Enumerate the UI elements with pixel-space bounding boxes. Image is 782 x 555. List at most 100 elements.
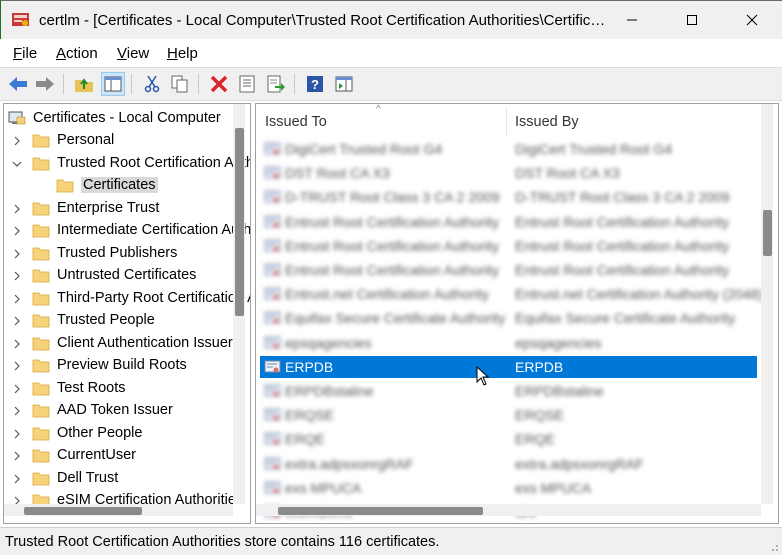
chevron-right-icon[interactable]: [12, 203, 22, 215]
certificate-row[interactable]: D-TRUST Root Class 3 CA 2 2009 D-TRUST Ro…: [260, 186, 757, 208]
certificate-row[interactable]: ERPDB ERPDB: [260, 355, 757, 378]
list-vertical-scrollbar[interactable]: [761, 104, 773, 504]
column-header-issued-by[interactable]: Issued By: [515, 114, 579, 130]
tree-item[interactable]: Untrusted Certificates: [4, 265, 244, 287]
certificate-icon: [264, 336, 281, 349]
tree-item[interactable]: Personal: [4, 130, 244, 152]
tree-item[interactable]: Other People: [4, 423, 244, 445]
chevron-right-icon[interactable]: [12, 315, 22, 327]
forward-button[interactable]: [33, 72, 57, 96]
certificate-list-pane[interactable]: ^ Issued To Issued By DigiCert Trusted R…: [255, 103, 779, 524]
certificate-row[interactable]: Entrust Root Certification Authority Entr…: [260, 235, 757, 257]
certificate-row[interactable]: Entrust Root Certification Authority Entr…: [260, 211, 757, 233]
resize-grip-icon[interactable]: [767, 540, 779, 552]
certificate-row[interactable]: epsqagencies epsqagencies: [260, 332, 757, 354]
issued-by-cell: Entrust Root Certification Authority: [515, 262, 729, 278]
chevron-right-icon[interactable]: [12, 405, 22, 417]
tree-item[interactable]: Enterprise Trust: [4, 198, 244, 220]
tree-item[interactable]: Intermediate Certification Authorities: [4, 220, 250, 242]
up-folder-button[interactable]: [72, 72, 96, 96]
status-text: Trusted Root Certification Authorities s…: [5, 534, 440, 550]
column-divider[interactable]: [506, 108, 507, 136]
chevron-right-icon[interactable]: [12, 135, 22, 147]
certificate-row[interactable]: extra.adpsxonrgRAF extra.adpsxonrgRAF: [260, 453, 757, 475]
chevron-right-icon[interactable]: [12, 225, 22, 237]
tree-item[interactable]: Client Authentication Issuers: [4, 333, 244, 355]
list-horizontal-scrollbar[interactable]: [256, 504, 761, 516]
help-button[interactable]: ?: [303, 72, 327, 96]
tree-item-label: Client Authentication Issuers: [57, 334, 240, 351]
tree-item[interactable]: Trusted Root Certification Authorities: [4, 153, 250, 175]
certificate-row[interactable]: Entrust Root Certification Authority Entr…: [260, 259, 757, 281]
tree-item[interactable]: Certificates: [4, 175, 244, 197]
tree-horizontal-scroll-thumb[interactable]: [24, 507, 142, 515]
tree-item[interactable]: Preview Build Roots: [4, 355, 244, 377]
certificate-row[interactable]: exs MPUCA exs MPUCA: [260, 477, 757, 499]
action-pane-button[interactable]: [332, 72, 356, 96]
show-hide-tree-button[interactable]: [101, 72, 125, 96]
column-header-issued-to[interactable]: Issued To: [265, 114, 327, 130]
delete-button[interactable]: [207, 72, 231, 96]
issued-by-cell: ERQSE: [515, 407, 565, 424]
issued-to-cell: ERQSE: [285, 407, 335, 424]
menu-file[interactable]: File: [13, 45, 37, 62]
tree-item[interactable]: AAD Token Issuer: [4, 400, 244, 422]
certificate-row[interactable]: ERPDBstaline ERPDBstaline: [260, 380, 757, 402]
console-tree-pane[interactable]: Certificates - Local Computer Personal Tru…: [3, 103, 251, 524]
tree-item-label: Other People: [57, 424, 143, 441]
certificate-icon: [264, 384, 281, 397]
toolbar-separator: [294, 74, 295, 94]
back-button[interactable]: [6, 72, 30, 96]
menu-view[interactable]: View: [117, 45, 149, 62]
chevron-right-icon[interactable]: [12, 428, 22, 440]
chevron-right-icon[interactable]: [12, 383, 22, 395]
tree-vertical-scrollbar[interactable]: [233, 104, 245, 504]
chevron-right-icon[interactable]: [12, 248, 22, 260]
copy-button[interactable]: [168, 72, 192, 96]
cut-button[interactable]: [140, 72, 164, 96]
properties-button[interactable]: [235, 72, 259, 96]
maximize-button[interactable]: [669, 1, 715, 39]
tree-item[interactable]: Trusted Publishers: [4, 243, 244, 265]
issued-to-cell: Entrust Root Certification Authority: [285, 213, 499, 230]
certificate-row[interactable]: DST Root CA X3 DST Root CA X3: [260, 162, 757, 184]
chevron-right-icon[interactable]: [12, 360, 22, 372]
list-horizontal-scroll-thumb[interactable]: [278, 507, 483, 515]
folder-icon: [32, 292, 50, 305]
certificate-icon: [264, 166, 281, 179]
menu-help[interactable]: Help: [167, 45, 198, 62]
chevron-down-icon[interactable]: [12, 158, 22, 170]
tree-horizontal-scrollbar[interactable]: [4, 504, 233, 516]
chevron-right-icon[interactable]: [12, 293, 22, 305]
up-folder-icon: [75, 78, 93, 92]
copy-icon: [171, 75, 188, 93]
chevron-right-icon[interactable]: [12, 270, 22, 282]
menu-action[interactable]: Action: [56, 45, 98, 62]
certificate-row[interactable]: ERQSE ERQSE: [260, 404, 757, 426]
chevron-right-icon[interactable]: [12, 338, 22, 350]
certificate-row[interactable]: Entrust.net Certification Authority Entru…: [260, 283, 763, 305]
action-pane-icon: [335, 76, 353, 92]
tree-item[interactable]: Third-Party Root Certification Authoriti…: [4, 288, 250, 310]
chevron-right-icon[interactable]: [12, 473, 22, 485]
chevron-right-icon[interactable]: [12, 450, 22, 462]
tree-item[interactable]: Trusted People: [4, 310, 244, 332]
issued-to-cell: D-TRUST Root Class 3 CA 2 2009: [285, 189, 500, 206]
certificate-row[interactable]: Equifax Secure Certificate Authority Equi…: [260, 307, 757, 329]
tree-item-label: Certificates: [81, 177, 158, 193]
tree-item[interactable]: Test Roots: [4, 378, 244, 400]
tree-item[interactable]: CurrentUser: [4, 445, 244, 467]
close-button[interactable]: [729, 1, 775, 39]
export-list-button[interactable]: [264, 72, 288, 96]
issued-by-cell: D-TRUST Root Class 3 CA 2 2009: [515, 189, 730, 206]
tree-item-root[interactable]: Certificates - Local Computer: [4, 108, 244, 130]
tree-item-label: Third-Party Root Certification Authoriti…: [57, 289, 250, 306]
tree-item[interactable]: Dell Trust: [4, 468, 244, 490]
certificate-row[interactable]: DigiCert Trusted Root G4 DigiCert Trusted…: [260, 138, 757, 160]
issued-by-cell: exs MPUCA: [515, 479, 592, 496]
certificate-row[interactable]: ERQE ERQE: [260, 428, 757, 450]
minimize-button[interactable]: [609, 1, 655, 39]
tree-item-label: Dell Trust: [57, 469, 119, 486]
tree-vertical-scroll-thumb[interactable]: [235, 128, 244, 316]
list-vertical-scroll-thumb[interactable]: [763, 210, 772, 256]
